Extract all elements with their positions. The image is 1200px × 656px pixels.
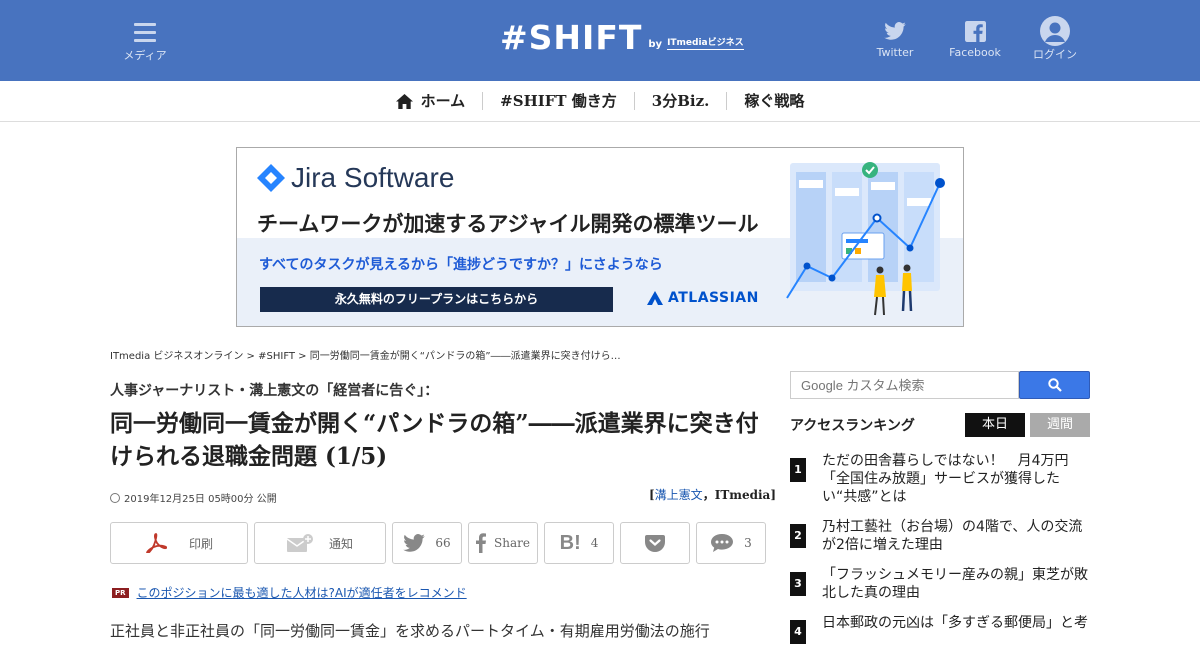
ad-cta-button[interactable]: 永久無料のフリープランはこちらから	[260, 287, 613, 312]
pr-link[interactable]: このポジションに最も適した人材は?AIが適任者をレコメンド	[137, 584, 467, 601]
media-menu-button[interactable]: メディア	[120, 20, 170, 63]
atlassian-logo-icon	[647, 291, 663, 305]
ad-illustration	[786, 162, 945, 316]
ranking-header: アクセスランキング 本日 週間	[790, 413, 1090, 437]
nav-item-earning-strategy[interactable]: 稼ぐ戦略	[726, 92, 821, 110]
pr-badge: PR	[112, 587, 129, 598]
home-icon	[395, 93, 413, 109]
hatena-count: 4	[590, 536, 599, 550]
user-avatar-icon	[1015, 16, 1095, 46]
pdf-icon	[146, 533, 167, 553]
pocket-button[interactable]	[620, 522, 690, 564]
ranking-number: 4	[790, 620, 806, 644]
ad-subline: すべてのタスクが見えるから「進捗どうですか？」にさようなら	[259, 257, 663, 273]
pr-link-row: PR このポジションに最も適した人材は?AIが適任者をレコメンド	[112, 584, 467, 601]
twitter-icon	[403, 534, 426, 552]
notify-label: 通知	[328, 536, 353, 551]
ranking-link[interactable]: 「フラッシュメモリー産みの親」東芝が敗北した真の理由	[822, 566, 1090, 602]
ad-brand: Jira Software	[257, 162, 454, 194]
print-button[interactable]: 印刷	[110, 522, 248, 564]
ranking-item[interactable]: 3 「フラッシュメモリー産みの親」東芝が敗北した真の理由	[790, 566, 1090, 602]
byline: [溝上憲文，ITmedia]	[648, 488, 776, 502]
facebook-share-button[interactable]: Share	[468, 522, 538, 564]
logo-text: #SHIFT	[500, 18, 643, 57]
hamburger-icon	[134, 23, 156, 42]
search-button[interactable]	[1019, 371, 1090, 399]
banner-ad[interactable]: Jira Software チームワークが加速するアジャイル開発の標準ツール す…	[236, 147, 964, 327]
main-nav: ホーム #SHIFT 働き方 3分Biz. 稼ぐ戦略	[0, 81, 1200, 122]
nav-item-home[interactable]: ホーム	[379, 92, 483, 110]
article-kicker: 人事ジャーナリスト・溝上憲文の「経営者に告ぐ」：	[110, 383, 439, 399]
tweet-button[interactable]: 66	[392, 522, 462, 564]
nav-item-label: #SHIFT 働き方	[500, 92, 617, 110]
ranking-item[interactable]: 1 ただの田舎暮らしではない！ 月4万円「全国住み放題」サービスが獲得したい“共…	[790, 452, 1090, 506]
nav-item-label: ホーム	[420, 92, 466, 110]
notify-button[interactable]: 通知	[254, 522, 386, 564]
twitter-icon	[855, 18, 935, 44]
media-menu-label: メディア	[123, 49, 167, 62]
tweet-count: 66	[435, 536, 451, 550]
atlassian-logo: ATLASSIAN	[647, 290, 759, 306]
facebook-icon	[935, 18, 1015, 44]
ranking-list: 1 ただの田舎暮らしではない！ 月4万円「全国住み放題」サービスが獲得したい“共…	[790, 452, 1090, 656]
search-icon	[1047, 378, 1062, 392]
publisher-name: ITmedia	[714, 488, 771, 502]
notify-icon	[286, 534, 313, 552]
breadcrumb[interactable]: ITmedia ビジネスオンライン > #SHIFT > 同一労働同一賃金が開く…	[110, 347, 621, 362]
article-title: 同一労働同一賃金が開く“パンドラの箱”――派遣業界に突き付けられる退職金問題 (…	[110, 410, 759, 470]
login-label: ログイン	[1033, 48, 1077, 61]
ranking-number: 2	[790, 524, 806, 548]
nav-item-label: 3分Biz.	[651, 92, 710, 110]
share-bar: 印刷 通知 66 Share B! 4 3	[110, 522, 766, 564]
ad-tagline: チームワークが加速するアジャイル開発の標準ツール	[257, 212, 759, 236]
tab-weekly[interactable]: 週間	[1030, 413, 1090, 437]
ranking-number: 1	[790, 458, 806, 482]
logo-publisher: ITmediaビジネス	[667, 38, 744, 50]
twitter-link[interactable]: Twitter	[855, 18, 935, 59]
site-search	[790, 371, 1090, 399]
logo-by: by	[648, 39, 663, 50]
publish-date: 2019年12月25日 05時00分 公開	[110, 490, 277, 505]
site-logo[interactable]: #SHIFT by ITmediaビジネス	[500, 20, 744, 56]
comment-button[interactable]: 3	[696, 522, 766, 564]
jira-logo-icon	[257, 164, 285, 192]
pocket-icon	[645, 535, 665, 552]
hatena-icon: B!	[559, 531, 581, 554]
site-header: メディア #SHIFT by ITmediaビジネス Twitter Faceb…	[0, 0, 1200, 81]
login-button[interactable]: ログイン	[1015, 16, 1095, 62]
nav-item-label: 稼ぐ戦略	[744, 92, 805, 110]
comment-count: 3	[744, 536, 752, 550]
facebook-icon	[476, 533, 487, 553]
author-link[interactable]: 溝上憲文	[655, 488, 703, 502]
hatena-bookmark-button[interactable]: B! 4	[544, 522, 614, 564]
nav-item-3min-biz[interactable]: 3分Biz.	[633, 92, 727, 110]
article-body-first-line: 正社員と非正社員の「同一労働同一賃金」を求めるパートタイム・有期雇用労働法の施行	[110, 622, 710, 640]
ad-brand-name: Jira Software	[291, 162, 455, 193]
twitter-label: Twitter	[876, 46, 914, 59]
facebook-share-label: Share	[494, 536, 530, 550]
search-input[interactable]	[790, 371, 1019, 399]
ranking-link[interactable]: 乃村工藝社（お台場）の4階で、人の交流が2倍に増えた理由	[822, 518, 1090, 554]
ad-company: ATLASSIAN	[668, 290, 759, 306]
clock-icon	[110, 492, 120, 503]
ranking-link[interactable]: ただの田舎暮らしではない！ 月4万円「全国住み放題」サービスが獲得したい“共感”…	[822, 452, 1090, 506]
ranking-number: 3	[790, 572, 806, 596]
ranking-link[interactable]: 日本郵政の元凶は「多すぎる郵便局」と考	[822, 614, 1088, 632]
publish-date-text: 2019年12月25日 05時00分 公開	[124, 494, 277, 505]
ranking-item[interactable]: 4 日本郵政の元凶は「多すぎる郵便局」と考	[790, 614, 1090, 644]
nav-item-shift-work[interactable]: #SHIFT 働き方	[482, 92, 634, 110]
facebook-label: Facebook	[949, 46, 1001, 59]
facebook-link[interactable]: Facebook	[935, 18, 1015, 59]
ranking-item[interactable]: 2 乃村工藝社（お台場）の4階で、人の交流が2倍に増えた理由	[790, 518, 1090, 554]
ranking-title: アクセスランキング	[790, 418, 915, 434]
comment-icon	[711, 534, 734, 552]
print-label: 印刷	[188, 536, 213, 551]
tab-today[interactable]: 本日	[965, 413, 1025, 437]
